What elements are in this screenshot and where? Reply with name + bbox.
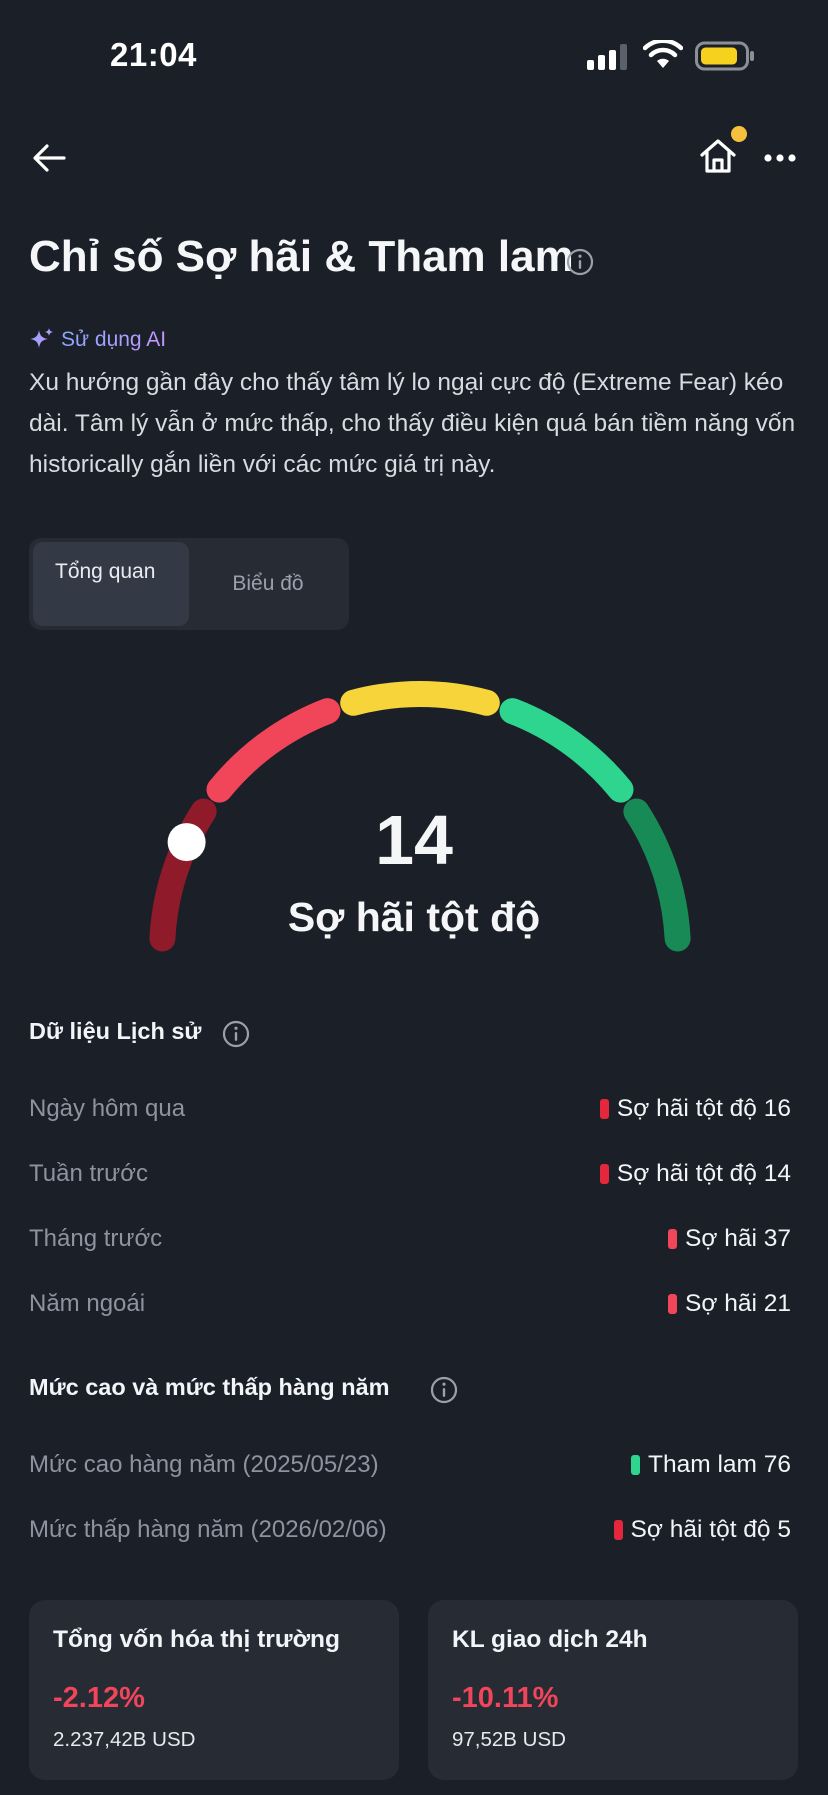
row-label: Năm ngoái [29,1290,146,1317]
cellular-signal-icon [587,44,627,70]
notification-dot [731,126,747,142]
row-value: Sợ hãi tột độ 16 [616,1095,791,1122]
sentiment-marker [668,1294,678,1314]
wifi-icon [643,40,683,68]
status-bar: 21:04 [0,0,828,110]
status-time: 21:04 [110,36,197,73]
yearly-info-icon[interactable] [430,1376,458,1404]
sentiment-marker [631,1455,641,1475]
row-label: Tháng trước [29,1225,163,1252]
row-value-wrap: Sợ hãi 21 [668,1290,791,1318]
row-label: Ngày hôm qua [29,1095,186,1122]
row-value: Sợ hãi tột độ 14 [616,1160,791,1187]
sentiment-marker [599,1099,609,1119]
row-value-wrap: Sợ hãi tột độ 16 [599,1095,791,1123]
row-value: Sợ hãi 37 [685,1225,791,1252]
history-info-icon[interactable] [222,1020,250,1048]
history-row-last-month: Tháng trước Sợ hãi 37 [29,1219,791,1259]
ai-label: Sử dụng AI [61,328,167,351]
row-value: Sợ hãi tột độ 5 [630,1516,791,1543]
card-change: -2.12% [53,1682,145,1714]
history-row-last-year: Năm ngoái Sợ hãi 21 [29,1284,791,1324]
card-title: KL giao dịch 24h [452,1626,648,1653]
yearly-row-low: Mức thấp hàng năm (2026/02/06) Sợ hãi tộ… [29,1510,791,1550]
sentiment-marker [668,1229,678,1249]
tab-chart-label: Biểu đồ [232,572,304,595]
sentiment-marker [613,1520,623,1540]
card-change: -10.11% [452,1682,559,1714]
history-title: Dữ liệu Lịch sử [29,1018,202,1044]
top-nav [0,130,828,190]
market-cap-card[interactable]: Tổng vốn hóa thị trường -2.12% 2.237,42B… [29,1600,399,1780]
yearly-title: Mức cao và mức thấp hàng năm [29,1374,390,1400]
gauge-label: Sợ hãi tột độ [287,894,541,940]
gauge-value: 14 [375,801,453,879]
view-tabs: Tổng quan Biểu đồ [29,538,349,630]
yearly-row-high: Mức cao hàng năm (2025/05/23) Tham lam 7… [29,1445,791,1485]
neutral-segment [340,681,500,716]
tab-overview[interactable]: Tổng quan [33,542,189,626]
card-amount: 97,52B USD [452,1728,566,1751]
volume-24h-card[interactable]: KL giao dịch 24h -10.11% 97,52B USD [428,1600,798,1780]
sparkle-icon [30,328,53,348]
greed-segment [499,698,634,803]
page-title: Chỉ số Sợ hãi & Tham lam [29,232,574,281]
row-value-wrap: Sợ hãi tột độ 5 [613,1516,791,1544]
back-arrow-icon[interactable] [28,136,72,180]
history-row-last-week: Tuần trước Sợ hãi tột độ 14 [29,1154,791,1194]
row-label: Mức cao hàng năm (2025/05/23) [29,1451,379,1478]
more-options-icon[interactable] [760,138,800,178]
row-value-wrap: Tham lam 76 [631,1451,791,1479]
row-value: Tham lam 76 [648,1451,791,1478]
history-row-yesterday: Ngày hôm qua Sợ hãi tột độ 16 [29,1089,791,1129]
row-label: Tuần trước [29,1160,148,1187]
ai-summary-text: Xu hướng gần đây cho thấy tâm lý lo ngại… [29,369,796,478]
home-icon[interactable] [696,134,740,178]
sentiment-marker [599,1164,609,1184]
fear-segment [206,698,341,803]
battery-icon [695,41,754,71]
tab-chart[interactable]: Biểu đồ [191,542,345,626]
info-icon[interactable] [566,248,594,276]
row-value-wrap: Sợ hãi tột độ 14 [599,1160,791,1188]
card-title: Tổng vốn hóa thị trường [53,1626,340,1653]
ai-tag: Sử dụng AI [29,325,166,355]
row-value-wrap: Sợ hãi 37 [668,1225,791,1253]
tab-overview-label: Tổng quan [55,560,156,583]
row-label: Mức thấp hàng năm (2026/02/06) [29,1516,387,1543]
row-value: Sợ hãi 21 [685,1290,791,1317]
card-amount: 2.237,42B USD [53,1728,196,1751]
